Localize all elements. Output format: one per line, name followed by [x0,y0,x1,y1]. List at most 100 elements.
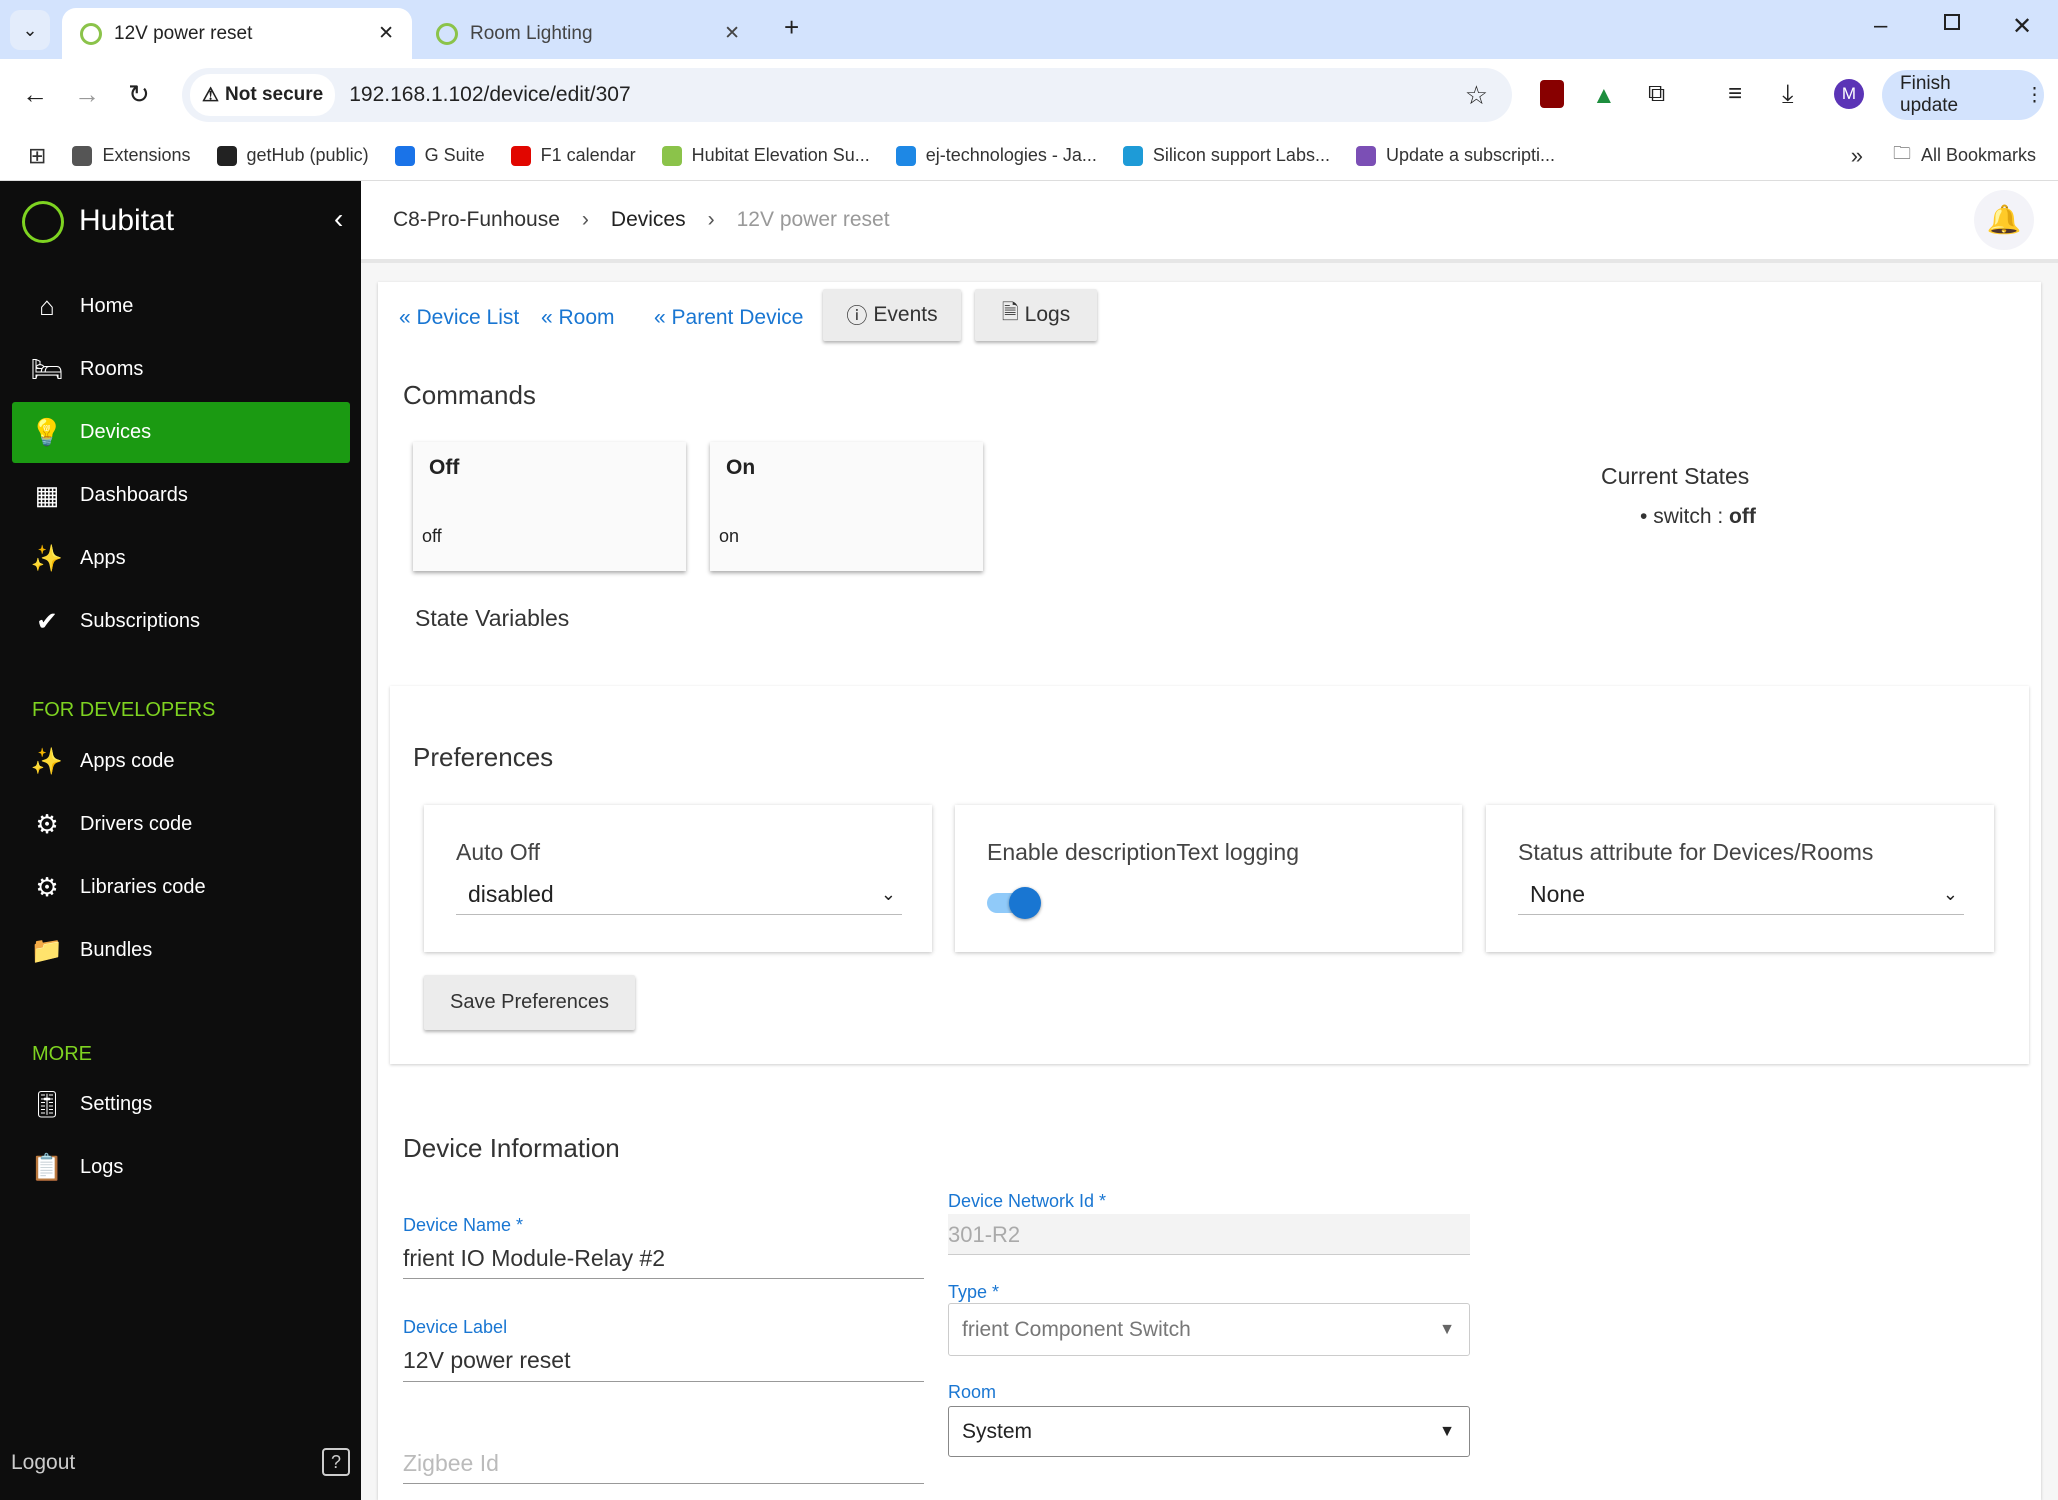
reload-icon[interactable]: ↻ [128,79,150,110]
google-drive-icon[interactable]: ▲ [1592,82,1616,110]
bookmark-label: Extensions [102,145,191,165]
extensions-icon[interactable]: ⧉ [1648,80,1665,108]
bookmark-item[interactable]: getHub (public) [216,145,369,166]
ublock-extension-icon[interactable] [1540,80,1564,108]
collapse-sidebar-icon[interactable]: ‹ [334,203,343,235]
media-control-icon[interactable]: ≡ [1728,80,1742,108]
command-off-button[interactable]: Off off [413,442,686,571]
command-method: off [422,526,442,546]
auto-off-select[interactable]: disabled ⌄ [456,875,902,915]
developers-heading: FOR DEVELOPERS [32,699,216,721]
more-bookmarks-icon[interactable]: » [1851,143,1863,169]
notifications-bell-icon[interactable]: 🔔 [1974,190,2034,250]
bookmark-item[interactable]: F1 calendar [510,145,636,166]
security-chip[interactable]: ⚠ Not secure [190,74,336,116]
tab-room-lighting[interactable]: Room Lighting ✕ [418,8,758,59]
device-list-link[interactable]: « Device List [399,306,519,330]
sidebar-item-dashboards[interactable]: ▦ Dashboards [12,465,350,526]
bookmark-label: Update a subscripti... [1385,145,1556,165]
logs-label: Logs [1024,303,1071,326]
finish-update-button[interactable]: Finish update ⋮ [1882,70,2044,120]
sidebar-item-libraries-code[interactable]: ⚙ Libraries code [12,857,350,918]
events-button[interactable]: ⓘ Events [823,289,961,341]
tab-search-button[interactable]: ⌄ [10,10,50,50]
bookmark-favicon-icon [394,145,415,166]
breadcrumb-hub[interactable]: C8-Pro-Funhouse [393,208,560,232]
dni-label: Device Network Id * [948,1191,1107,1211]
device-name-label: Device Name * [403,1215,524,1235]
desc-logging-toggle[interactable] [987,887,1041,919]
apps-grid-icon[interactable]: ⊞ [28,143,46,169]
parent-device-link[interactable]: « Parent Device [654,306,803,330]
command-name: On [726,456,756,479]
sidebar-item-apps-code[interactable]: ✨ Apps code [12,731,350,792]
sidebar-item-subscriptions[interactable]: ✔ Subscriptions [12,591,350,652]
maximize-button[interactable] [1944,14,1960,30]
bookmark-item[interactable]: Update a subscripti... [1355,145,1556,166]
tab-bar: ⌄ 12V power reset ✕ Room Lighting ✕ + – … [0,0,2058,59]
close-tab-icon[interactable]: ✕ [378,22,394,45]
logs-button[interactable]: 🗎 Logs [975,289,1097,341]
sidebar-item-drivers-code[interactable]: ⚙ Drivers code [12,794,350,855]
logout-link[interactable]: Logout [11,1451,75,1475]
sidebar-item-apps[interactable]: ✨ Apps [12,528,350,589]
bookmark-label: F1 calendar [540,145,636,165]
url-text[interactable]: 192.168.1.102/device/edit/307 [349,83,630,107]
bookmark-item[interactable]: G Suite [394,145,485,166]
tab-title: 12V power reset [114,22,253,44]
back-icon[interactable]: ← [22,79,48,110]
sidebar-item-settings[interactable]: 🎚 Settings [12,1074,350,1135]
profile-avatar[interactable]: M [1834,79,1864,109]
subscriptions-icon: ✔ [36,606,58,636]
bookmark-label: getHub (public) [246,145,369,165]
breadcrumb-devices[interactable]: Devices [611,208,686,232]
bundles-icon: 📁 [30,935,64,965]
save-preferences-button[interactable]: Save Preferences [424,975,635,1030]
hubitat-favicon-icon [436,22,458,45]
forward-icon[interactable]: → [74,79,100,110]
bookmark-item[interactable]: Silicon support Labs... [1122,145,1330,166]
sidebar-item-devices[interactable]: 💡 Devices [12,402,350,463]
dropdown-arrow-icon: ▼ [1439,1320,1455,1338]
download-icon[interactable]: ⤓ [1782,78,1794,110]
bookmark-item[interactable]: Extensions [72,145,191,166]
room-link[interactable]: « Room [541,306,615,330]
dashboards-icon: ▦ [34,480,60,510]
tab-12v-power-reset[interactable]: 12V power reset ✕ [62,8,412,59]
type-select[interactable]: frient Component Switch ▼ [948,1303,1470,1356]
status-attribute-select[interactable]: None ⌄ [1518,875,1964,915]
state-item: • switch : off [1640,505,1756,528]
dni-input[interactable]: 301-R2 [948,1214,1470,1255]
bookmark-item[interactable]: ej-technologies - Ja... [895,145,1097,166]
info-icon: ⓘ [846,305,868,328]
room-select[interactable]: System ▼ [948,1406,1470,1457]
sidebar-item-bundles[interactable]: 📁 Bundles [12,920,350,981]
command-method: on [719,526,740,546]
apps-code-icon: ✨ [30,746,64,776]
sidebar-item-logs[interactable]: 📋 Logs [12,1137,350,1198]
zigbee-id-input[interactable]: Zigbee Id [403,1450,499,1477]
bookmark-star-icon[interactable]: ☆ [1465,80,1488,111]
command-name: Off [429,456,460,479]
close-window-button[interactable]: ✕ [2012,12,2032,41]
sidebar-item-label: Home [80,295,134,317]
close-tab-icon[interactable]: ✕ [724,22,740,45]
menu-dots-icon: ⋮ [2025,84,2044,106]
state-value: off [1729,505,1756,528]
bookmark-item[interactable]: Hubitat Elevation Su... [661,145,870,166]
bookmark-favicon-icon [216,145,237,166]
minimize-button[interactable]: – [1874,12,1887,40]
all-bookmarks-button[interactable]: 🗀 All Bookmarks [1893,141,2036,171]
new-tab-button[interactable]: + [784,12,799,43]
command-on-button[interactable]: On on [710,442,983,571]
finish-update-label: Finish update [1900,73,1959,116]
sidebar-item-home[interactable]: ⌂ Home [12,276,350,337]
help-icon[interactable]: ? [322,1448,350,1476]
sidebar-item-rooms[interactable]: 🛏 Rooms [12,339,350,400]
bookmarks-bar: ⊞ Extensions getHub (public) G Suite F1 cal… [0,131,2058,181]
address-bar[interactable]: ⚠ Not secure 192.168.1.102/device/edit/30… [182,68,1512,122]
device-label-input[interactable]: 12V power reset [403,1347,570,1374]
bookmark-label: ej-technologies - Ja... [925,145,1097,165]
device-name-input[interactable]: frient IO Module-Relay #2 [403,1245,665,1272]
bookmark-favicon-icon [895,145,916,166]
